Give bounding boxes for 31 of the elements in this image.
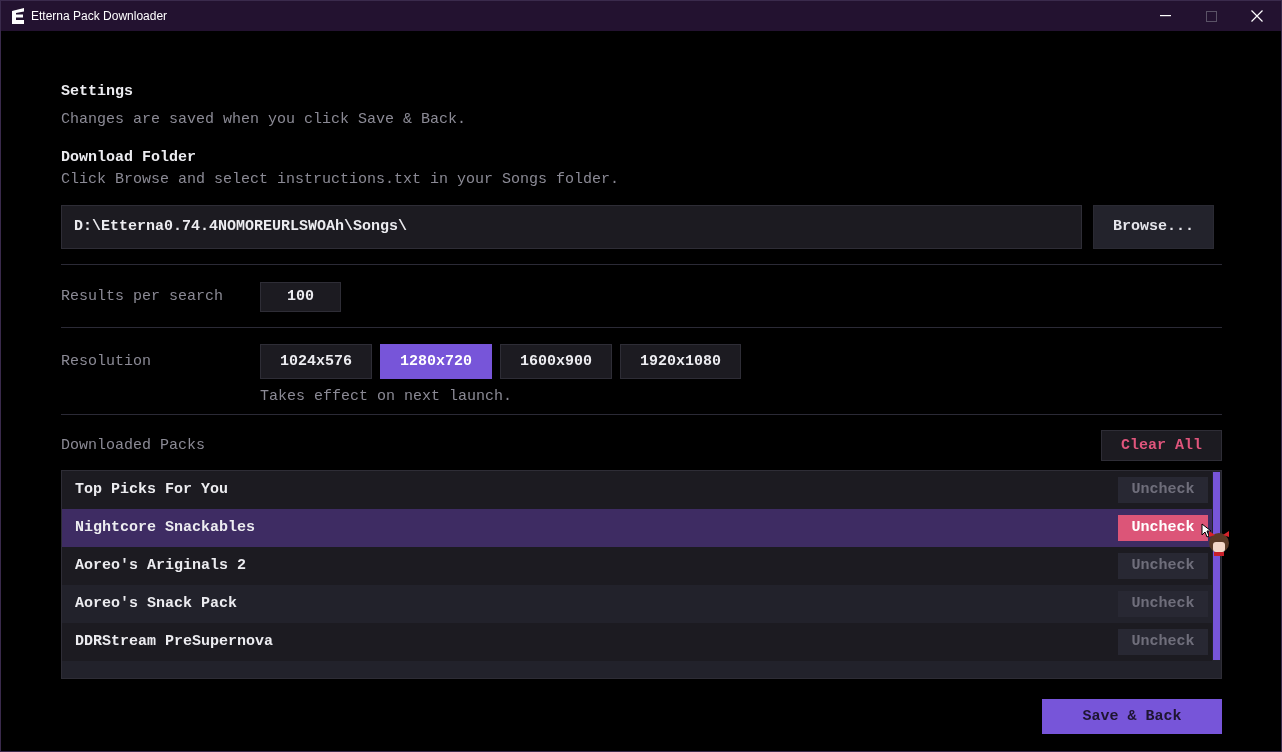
settings-heading: Settings <box>61 82 134 102</box>
settings-note: Changes are saved when you click Save & Back. <box>61 110 468 130</box>
results-per-search-field[interactable]: 100 <box>260 282 341 312</box>
clear-all-button[interactable]: Clear All <box>1101 430 1222 461</box>
pack-name: DDRStream PreSupernova <box>75 632 274 652</box>
maximize-icon <box>1205 10 1217 22</box>
window-title: Etterna Pack Downloader <box>31 8 168 25</box>
close-icon <box>1251 10 1263 22</box>
uncheck-button[interactable]: Uncheck <box>1118 515 1208 541</box>
download-folder-label: Download Folder <box>61 148 198 168</box>
browse-button[interactable]: Browse... <box>1093 205 1214 249</box>
resolution-note: Takes effect on next launch. <box>260 387 514 407</box>
pack-row[interactable]: DDRStream PreSupernova Uncheck <box>62 623 1212 661</box>
download-folder-hint: Click Browse and select instructions.txt in your Songs folder. <box>61 170 621 190</box>
pack-row[interactable]: Aoreo's Ariginals 2 Uncheck <box>62 547 1212 585</box>
app-logo-icon <box>11 8 25 24</box>
minimize-icon <box>1159 15 1171 17</box>
pack-row[interactable]: Nightcore Snackables Uncheck <box>62 509 1212 547</box>
pack-name: Top Picks For You <box>75 480 229 500</box>
resolution-option[interactable]: 1920x1080 <box>620 344 742 379</box>
pack-name: Aoreo's Ariginals 2 <box>75 556 247 576</box>
downloaded-packs-label: Downloaded Packs <box>61 435 206 456</box>
resolution-label: Resolution <box>61 351 152 372</box>
resolution-option[interactable]: 1600x900 <box>500 344 613 379</box>
pack-name: Nightcore Snackables <box>75 518 256 538</box>
resolution-option[interactable]: 1024x576 <box>260 344 372 379</box>
resolution-option[interactable]: 1280x720 <box>380 344 493 379</box>
results-per-search-label: Results per search <box>61 287 225 307</box>
pack-name: Aoreo's Snack Pack <box>75 594 238 614</box>
pack-row[interactable]: Top Picks For You Uncheck <box>62 471 1212 509</box>
folder-path-field[interactable]: D:\Etterna0.74.4NOMOREURLSWOAh\Songs\ <box>61 205 1082 249</box>
